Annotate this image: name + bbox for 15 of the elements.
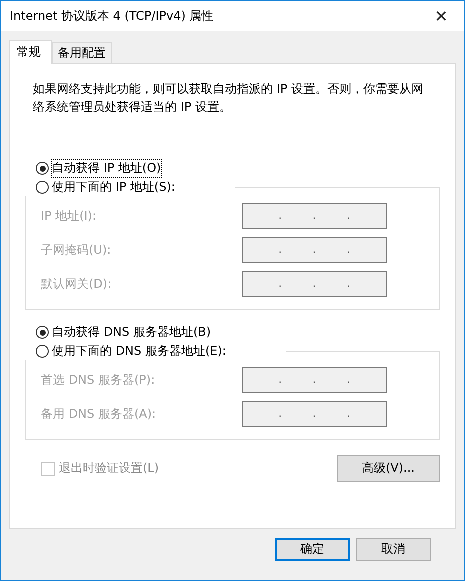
dialog-button[interactable]: 取消: [356, 538, 431, 561]
tab[interactable]: 备用配置: [52, 42, 112, 63]
radio-option[interactable]: 使用下面的 IP 地址(S):: [25, 179, 236, 196]
advanced-button[interactable]: 高级(V)...: [337, 455, 440, 482]
window-title: Internet 协议版本 4 (TCP/IPv4) 属性: [10, 8, 214, 24]
field-label: 备用 DNS 服务器(A):: [41, 406, 156, 422]
field-label: 子网掩码(U):: [41, 242, 112, 258]
tab[interactable]: 常规: [9, 40, 52, 64]
dialog-button[interactable]: 确定: [275, 538, 350, 561]
description-text: 如果网络支持此功能，则可以获取自动指派的 IP 设置。否则，你需要从网络系统管理员处获得适当的 IP 设置。: [33, 81, 424, 116]
close-button[interactable]: ✕: [419, 1, 464, 31]
radio-option[interactable]: 使用下面的 DNS 服务器地址(E):: [25, 343, 286, 360]
field-label: IP 地址(I):: [41, 208, 97, 224]
field-label: 首选 DNS 服务器(P):: [41, 372, 156, 388]
field-label: 默认网关(D):: [41, 276, 112, 292]
